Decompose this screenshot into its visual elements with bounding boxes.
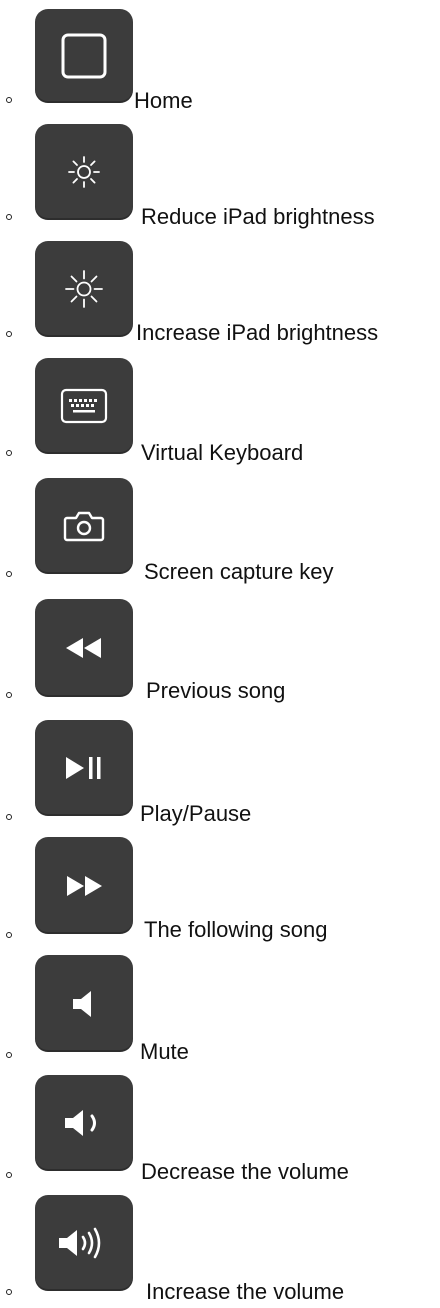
screen-capture-key [35,478,133,574]
previous-song-key [35,599,133,697]
bullet [6,97,12,103]
list-item: Previous song [0,588,440,703]
list-item: Virtual Keyboard [0,352,440,465]
key-list: Home Reduce iPad brightness Increase iPa… [0,0,440,1308]
key-label: Home [134,88,193,113]
key-label: Decrease the volume [141,1159,349,1184]
key-label: Previous song [146,678,286,703]
bullet [6,692,12,698]
camera-icon [63,511,105,542]
home-square-icon [61,33,107,79]
key-label: Screen capture key [144,559,334,584]
volume-down-key [35,1075,133,1171]
key-label: Play/Pause [140,801,252,826]
brightness-down-key [35,124,133,220]
mute-key [35,955,133,1052]
volume-up-key [35,1195,133,1291]
speaker-mute-icon [73,990,91,1017]
bullet [6,331,12,337]
list-item: Mute [0,948,440,1064]
list-item: Increase the volume [0,1188,440,1304]
bullet [6,1172,12,1178]
list-item: Screen capture key [0,470,440,584]
rewind-icon [66,638,101,658]
list-item: The following song [0,828,440,942]
key-label: Reduce iPad brightness [141,204,375,229]
list-item: Increase iPad brightness [0,232,440,345]
keyboard-icon [60,388,108,424]
list-item: Play/Pause [0,710,440,826]
bullet [6,814,12,820]
play-pause-icon [66,757,101,779]
key-label: Virtual Keyboard [141,440,304,465]
key-label: The following song [144,917,328,942]
fast-forward-icon [67,875,102,896]
home-key [35,9,133,103]
list-item: Reduce iPad brightness [0,116,440,229]
bullet [6,450,12,456]
key-label: Increase iPad brightness [136,320,379,345]
bullet [6,1289,12,1295]
volume-up-icon [59,1227,101,1259]
list-item: Home [0,0,440,113]
bullet [6,571,12,577]
list-item: Decrease the volume [0,1066,440,1184]
key-label: Increase the volume [146,1279,345,1304]
next-song-key [35,837,133,934]
brightness-down-icon [68,156,100,188]
keyboard-key [35,358,133,454]
bullet [6,214,12,220]
volume-down-icon [65,1110,96,1136]
play-pause-key [35,720,133,816]
bullet [6,932,12,938]
brightness-up-icon [65,270,103,308]
bullet [6,1052,12,1058]
key-label: Mute [140,1039,189,1064]
brightness-up-key [35,241,133,337]
